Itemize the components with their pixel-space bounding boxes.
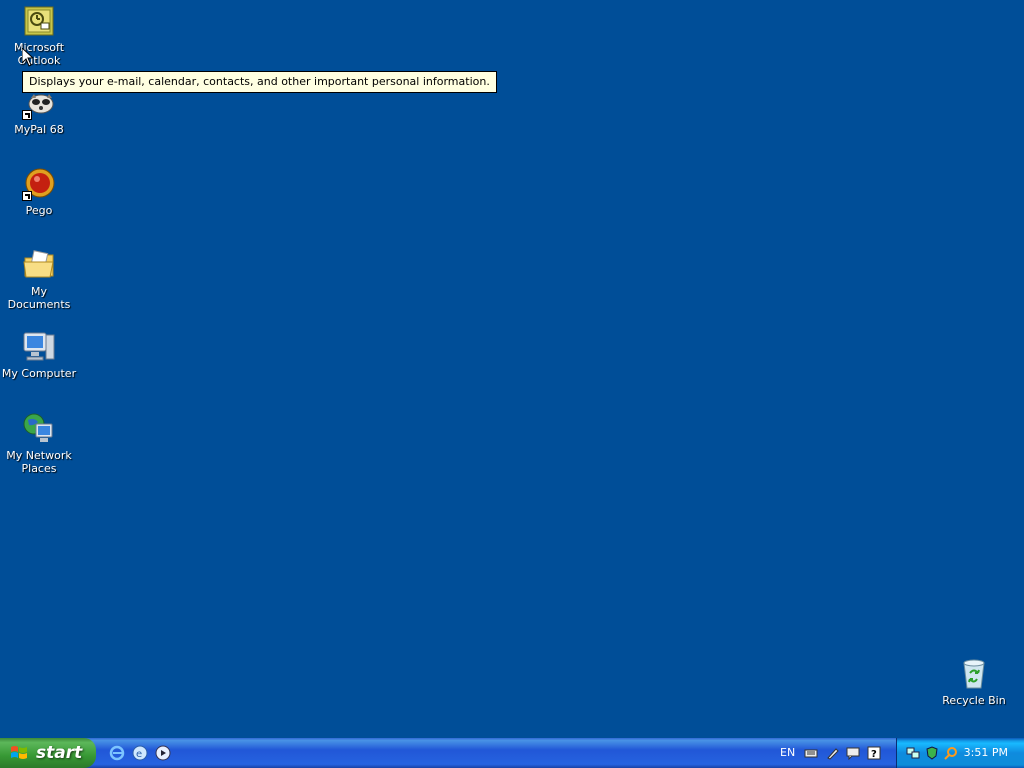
desktop-icon-recycle-bin[interactable]: Recycle Bin (936, 657, 1012, 707)
recycle-bin-icon (957, 657, 991, 691)
speech-icon[interactable] (846, 746, 860, 760)
language-indicator[interactable]: EN (780, 738, 795, 768)
computer-icon (22, 330, 56, 364)
tooltip: Displays your e-mail, calendar, contacts… (22, 71, 497, 93)
help-icon[interactable]: ? (867, 746, 881, 760)
desktop-icon-label: My Network Places (6, 449, 72, 475)
keyboard-icon[interactable] (804, 746, 818, 760)
media-player-icon[interactable] (155, 745, 171, 761)
mouse-cursor-icon (22, 48, 34, 67)
taskbar: start e EN ? 3:51 PM (0, 738, 1024, 768)
start-button[interactable]: start (0, 738, 96, 768)
desktop-icon-mypal-68[interactable]: MyPal 68 (1, 86, 77, 136)
system-tray: 3:51 PM (896, 738, 1024, 768)
desktop-icon-label: My Documents (7, 285, 71, 311)
windows-logo-icon (11, 746, 27, 759)
desktop-icon-my-computer[interactable]: My Computer (1, 330, 77, 380)
svg-text:e: e (136, 749, 142, 760)
outlook-icon (22, 4, 56, 38)
shortcut-arrow-icon (22, 191, 32, 201)
internet-explorer-icon[interactable] (109, 745, 125, 761)
desktop-icon-label: My Computer (1, 367, 77, 380)
desktop-icon-my-documents[interactable]: My Documents (1, 248, 77, 311)
desktop-icon-label: Pego (25, 204, 53, 217)
start-label: start (36, 743, 83, 763)
pen-icon[interactable] (826, 746, 840, 760)
desktop-icon-label: Recycle Bin (942, 694, 1006, 707)
outlook-express-icon[interactable]: e (132, 745, 148, 761)
clock[interactable]: 3:51 PM (964, 738, 1008, 768)
pego-icon (22, 167, 56, 201)
network-places-icon (22, 412, 56, 446)
security-shield-icon[interactable] (925, 746, 939, 760)
desktop[interactable]: Microsoft Outlook MyPal 68 Pego My Docum… (0, 0, 1024, 738)
desktop-icon-microsoft-outlook[interactable]: Microsoft Outlook (1, 4, 77, 67)
desktop-icon-label: MyPal 68 (14, 123, 64, 136)
svg-text:?: ? (871, 749, 877, 760)
desktop-icon-pego[interactable]: Pego (1, 167, 77, 217)
shortcut-arrow-icon (22, 110, 32, 120)
folder-documents-icon (22, 248, 56, 282)
desktop-icon-my-network-places[interactable]: My Network Places (1, 412, 77, 475)
search-icon[interactable] (944, 746, 958, 760)
network-connection-icon[interactable] (906, 746, 920, 760)
desktop-icon-label: Microsoft Outlook (13, 41, 65, 67)
